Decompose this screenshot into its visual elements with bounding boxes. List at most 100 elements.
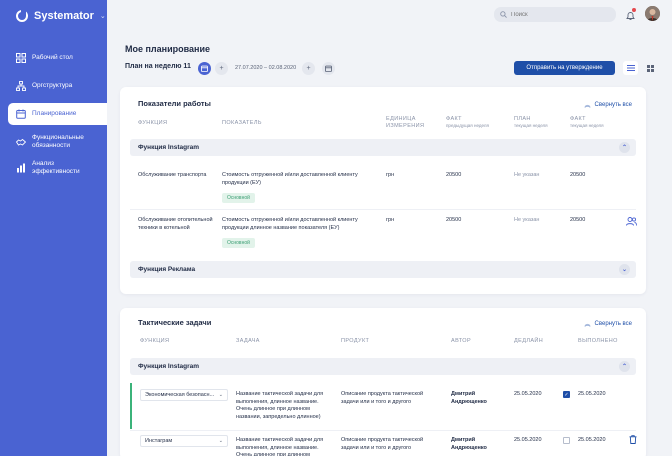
plan-week-label: План на неделю 11 [125,63,191,70]
app-logo[interactable]: Systemator ⌄ [16,10,106,22]
add-plan-button[interactable]: + [215,62,228,75]
sidebar-item-label: Планирование [32,109,77,117]
sidebar-item-orgstructure[interactable]: Оргструктура [8,78,107,94]
plus-icon: + [306,65,311,72]
table-cell-product[interactable]: Описание продукта тактической задачи или… [341,391,437,406]
sidebar: Systemator ⌄ Рабочий стол Оргструктура П… [0,0,107,456]
avatar[interactable] [645,6,660,21]
sidebar-item-label: Рабочий стол [32,53,73,61]
calendar-icon [325,65,332,72]
table-cell-deadline: 25.05.2020 [514,391,542,397]
chevron-down-icon[interactable]: ⌄ [619,264,630,275]
group-advertising[interactable]: Функция Реклама ⌄ [130,261,636,278]
tasks-card: Тактические задачи ︽ Свернуть все Функци… [120,308,646,456]
table-cell-done-date: 25.05.2020 [578,391,606,397]
indicators-title: Показатели работы [138,99,211,108]
table-cell-fact-prev: 20500 [446,172,462,178]
table-cell-task[interactable]: Название тактической задачи для выполнен… [236,437,332,456]
handshake-icon [16,138,26,146]
grid-view-button[interactable] [643,61,658,75]
users-icon[interactable] [626,217,637,226]
calendar-icon [16,109,26,119]
table-cell-author: Дмитрий Андрющенко [451,437,487,451]
collapse-all-button[interactable]: ︽ Свернуть все [584,100,632,110]
user-photo [645,6,660,21]
table-cell-author: Дмитрий Андрющенко [451,391,487,405]
col-indicator: Показатель [222,120,262,126]
col-done: Выполнено [578,338,618,344]
status-badge: Основной [222,238,255,248]
logo-icon [16,10,28,22]
page-title: Мое планирование [125,44,211,54]
done-checkbox[interactable] [563,437,570,444]
table-cell-deadline: 25.05.2020 [514,437,542,443]
list-icon [626,65,635,71]
col-product: Продукт [341,338,370,344]
table-cell-indicator: Стоимость отгруженной и/или доставленной… [222,217,358,231]
search-input[interactable] [511,11,601,18]
table-cell-fact-cur[interactable]: 20500 [570,217,585,225]
org-structure-icon [16,81,26,91]
bar-chart-icon [17,163,25,173]
date-picker-button[interactable] [322,62,335,75]
collapse-all-button[interactable]: ︽ Свернуть все [584,319,632,329]
chevron-up-icon[interactable]: ⌃ [619,142,630,153]
table-cell-unit: грн [386,217,395,223]
sidebar-item-planning[interactable]: Планирование [8,103,107,125]
row-divider [130,209,636,210]
table-cell-plan[interactable]: Не указан [514,172,539,180]
chevrons-up-icon: ︽ [584,322,591,328]
sidebar-item-label: Анализ эффективности [32,159,80,175]
dashboard-icon [16,53,26,63]
table-cell-done-date: 25.05.2020 [578,437,606,443]
submit-for-approval-button[interactable]: Отправить на утверждение [514,61,615,75]
col-author: Автор [451,338,472,344]
indicators-card: Показатели работы ︽ Свернуть все Функция… [120,87,646,294]
status-badge: Основной [222,193,255,203]
bell-icon [626,12,635,20]
chevron-down-icon[interactable]: ⌄ [100,12,106,20]
chevron-down-icon: ⌄ [218,392,223,398]
notifications-button[interactable] [626,8,636,26]
col-fact-prev: Факт предыдущая неделя [446,116,489,128]
function-select[interactable]: Экономическая безопасн... ⌄ [140,389,228,401]
tasks-title: Тактические задачи [138,318,212,327]
chevron-down-icon: ⌄ [218,438,223,444]
sidebar-item-label: Функциональные обязанности [32,133,84,149]
table-cell-function: Обслуживание отопительной техники в коте… [138,217,213,231]
sidebar-item-desktop[interactable]: Рабочий стол [8,50,107,66]
search-icon [500,11,507,18]
col-function: Функция [140,338,170,344]
date-range: 27.07.2020 – 02.08.2020 [235,65,297,71]
app-name: Systemator [34,10,94,22]
active-row-marker [130,383,132,429]
group-instagram[interactable]: Функция Instagram ⌃ [130,139,636,156]
sidebar-item-responsibilities[interactable]: Функциональные обязанности [8,133,107,151]
col-plan: План текущая неделя [514,116,548,128]
search-box[interactable] [494,7,616,22]
col-fact-cur: Факт текущая неделя [570,116,604,128]
table-cell-fact-cur[interactable]: 20500 [570,172,585,180]
sidebar-item-efficiency[interactable]: Анализ эффективности [8,159,107,177]
done-checkbox[interactable]: ✓ [563,391,570,398]
chevron-up-icon[interactable]: ⌃ [619,361,630,372]
trash-icon[interactable] [629,435,637,444]
table-cell-task[interactable]: Название тактической задачи для выполнен… [236,391,332,422]
add-week-button[interactable]: + [302,62,315,75]
sidebar-item-label: Оргструктура [32,81,73,89]
function-select[interactable]: Инстаграм ⌄ [140,435,228,447]
plus-icon: + [219,65,224,72]
list-view-button[interactable] [623,61,638,75]
col-function: Функция [138,120,168,126]
calendar-button[interactable] [198,62,211,75]
chevrons-up-icon: ︽ [584,103,591,109]
table-cell-indicator: Стоимость отгруженной и/или доставленной… [222,172,358,186]
table-cell-function: Обслуживание транспорта [138,172,207,178]
group-instagram[interactable]: Функция Instagram ⌃ [130,358,636,375]
notification-dot [632,8,636,12]
table-cell-product[interactable]: Описание продукта тактической задачи или… [341,437,437,452]
row-divider [130,430,636,431]
col-deadline: Дедлайн [514,338,544,344]
calendar-icon [201,65,208,72]
table-cell-plan[interactable]: Не указан [514,217,539,225]
